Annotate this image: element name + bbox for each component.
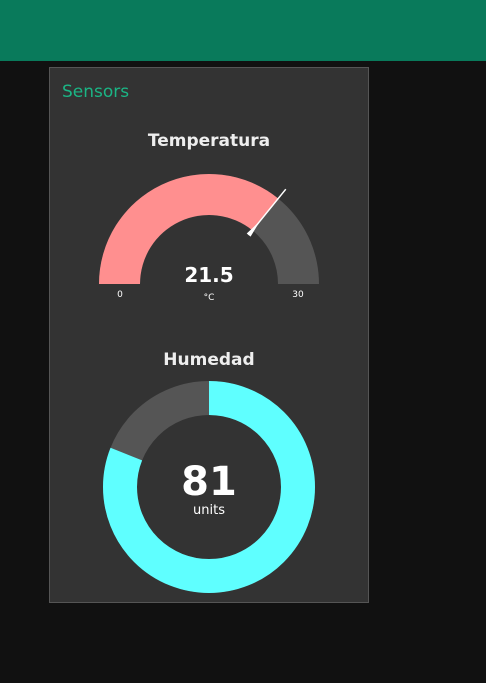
gauges-canvas: 21.5 °C 0 30 81 units [99,174,319,593]
temperature-unit: °C [204,293,215,303]
temperature-max-label: 30 [292,290,304,300]
humidity-value: 81 [181,459,237,505]
humidity-title: Humedad [163,350,255,370]
temperature-value: 21.5 [184,263,233,287]
temperature-min-label: 0 [117,290,123,300]
top-header-bar [0,0,486,61]
sensors-card: Sensors Temperatura 21.5 °C 0 30 81 unit… [49,67,369,603]
temperature-gauge: 21.5 °C 0 30 [99,174,319,303]
humidity-unit: units [193,503,225,518]
humidity-gauge: 81 units [103,381,315,593]
